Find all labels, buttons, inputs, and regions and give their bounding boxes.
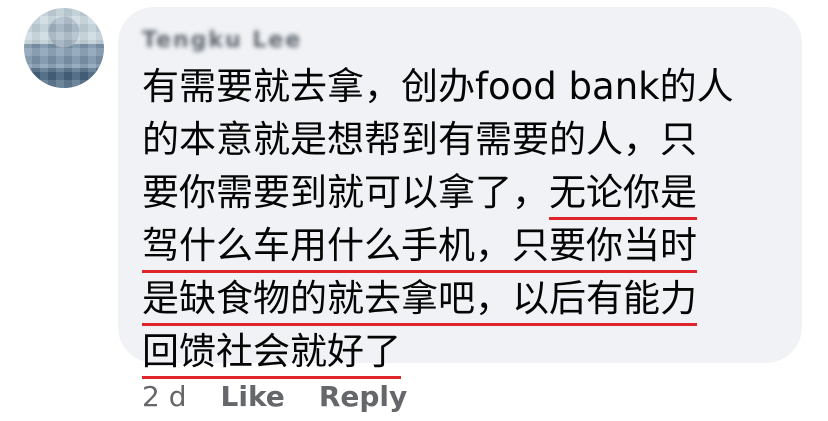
comment-author[interactable]: Tengku Lee [142, 26, 332, 54]
comment-line-text: 要你需要到就可以拿了， [142, 171, 549, 214]
avatar[interactable] [24, 8, 104, 88]
comment-line: 是缺食物的就去拿吧，以后有能力 [142, 272, 782, 326]
underlined-text: 回馈社会就好了 [142, 330, 401, 379]
reply-button[interactable]: Reply [319, 380, 407, 413]
comment-line-text: 的本意就是想帮到有需要的人，只 [142, 118, 697, 161]
comment-line: 有需要就去拿，创办food bank的人 [142, 60, 782, 113]
like-button[interactable]: Like [221, 380, 285, 413]
comment-actions: 2 d Like Reply [142, 374, 441, 418]
comment-line-text: 有需要就去拿，创办food bank的人 [142, 65, 734, 108]
avatar-blur-overlay [24, 8, 104, 88]
underlined-text: 驾什么车用什么手机，只要你当时 [142, 224, 697, 273]
underlined-text: 是缺食物的就去拿吧，以后有能力 [142, 277, 697, 326]
author-name-blurred: Tengku Lee [142, 27, 303, 53]
comment-line: 要你需要到就可以拿了，无论你是 [142, 166, 782, 220]
timestamp[interactable]: 2 d [142, 380, 187, 413]
comment-text: 有需要就去拿，创办food bank的人 的本意就是想帮到有需要的人，只 要你需… [142, 60, 782, 379]
comment-line: 回馈社会就好了 [142, 325, 782, 379]
comment-line: 的本意就是想帮到有需要的人，只 [142, 113, 782, 166]
comment-line: 驾什么车用什么手机，只要你当时 [142, 219, 782, 273]
underlined-text: 无论你是 [549, 171, 697, 220]
